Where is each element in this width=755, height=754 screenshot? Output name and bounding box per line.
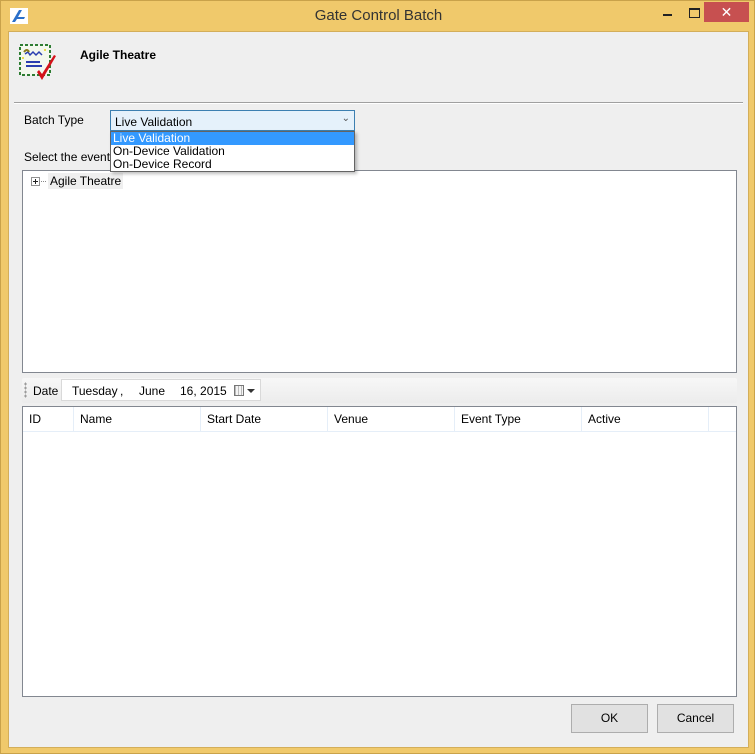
- select-events-label: Select the events: [24, 150, 117, 164]
- column-header-event-type[interactable]: Event Type: [455, 407, 582, 432]
- close-icon: ✕: [720, 4, 733, 20]
- header-separator: [14, 102, 743, 104]
- batch-type-value: Live Validation: [115, 115, 193, 129]
- title-bar[interactable]: Gate Control Batch ✕: [1, 1, 755, 31]
- grid-header: ID Name Start Date Venue Event Type Acti…: [23, 407, 736, 432]
- toolbar-grip-icon[interactable]: [24, 382, 27, 398]
- close-button[interactable]: ✕: [704, 2, 749, 22]
- calendar-icon[interactable]: [234, 385, 244, 396]
- tree-node-label[interactable]: Agile Theatre: [48, 173, 124, 189]
- dialog-window: Gate Control Batch ✕ Agile Theatre Batch…: [0, 0, 755, 754]
- batch-validation-icon: [19, 44, 56, 80]
- batch-type-dropdown-list: Live Validation On-Device Validation On-…: [110, 131, 355, 172]
- option-on-device-record[interactable]: On-Device Record: [111, 158, 354, 171]
- column-header-id[interactable]: ID: [23, 407, 74, 432]
- column-header-start-date[interactable]: Start Date: [201, 407, 328, 432]
- date-day-of-week[interactable]: Tuesday: [72, 384, 118, 398]
- expand-plus-icon[interactable]: [31, 176, 40, 186]
- date-month[interactable]: June: [139, 384, 165, 398]
- date-toolbar: Date Tuesday , June 16, 2015: [22, 378, 737, 403]
- dropdown-arrow-icon[interactable]: [247, 389, 255, 393]
- chevron-down-icon: ⌄: [341, 113, 350, 124]
- header-title: Agile Theatre: [80, 48, 157, 62]
- batch-type-label: Batch Type: [24, 113, 84, 127]
- date-picker[interactable]: Tuesday , June 16, 2015: [61, 379, 261, 401]
- column-header-active[interactable]: Active: [582, 407, 709, 432]
- events-tree[interactable]: Agile Theatre: [22, 170, 737, 373]
- minimize-button[interactable]: [655, 2, 681, 22]
- date-label: Date: [33, 384, 59, 398]
- column-header-name[interactable]: Name: [74, 407, 201, 432]
- batch-type-select[interactable]: Live Validation ⌄: [110, 110, 355, 131]
- column-header-venue[interactable]: Venue: [328, 407, 455, 432]
- column-header-filler: [709, 407, 736, 432]
- date-separator: ,: [120, 384, 124, 398]
- events-grid[interactable]: ID Name Start Date Venue Event Type Acti…: [22, 406, 737, 697]
- date-day-year[interactable]: 16, 2015: [180, 384, 227, 398]
- dialog-body: Agile Theatre Batch Type Live Validation…: [8, 31, 749, 748]
- cancel-button[interactable]: Cancel: [657, 704, 734, 733]
- ok-button[interactable]: OK: [571, 704, 648, 733]
- window-title: Gate Control Batch: [314, 7, 443, 24]
- tree-connector: [41, 180, 46, 182]
- tree-node-agile-theatre[interactable]: Agile Theatre: [31, 173, 124, 189]
